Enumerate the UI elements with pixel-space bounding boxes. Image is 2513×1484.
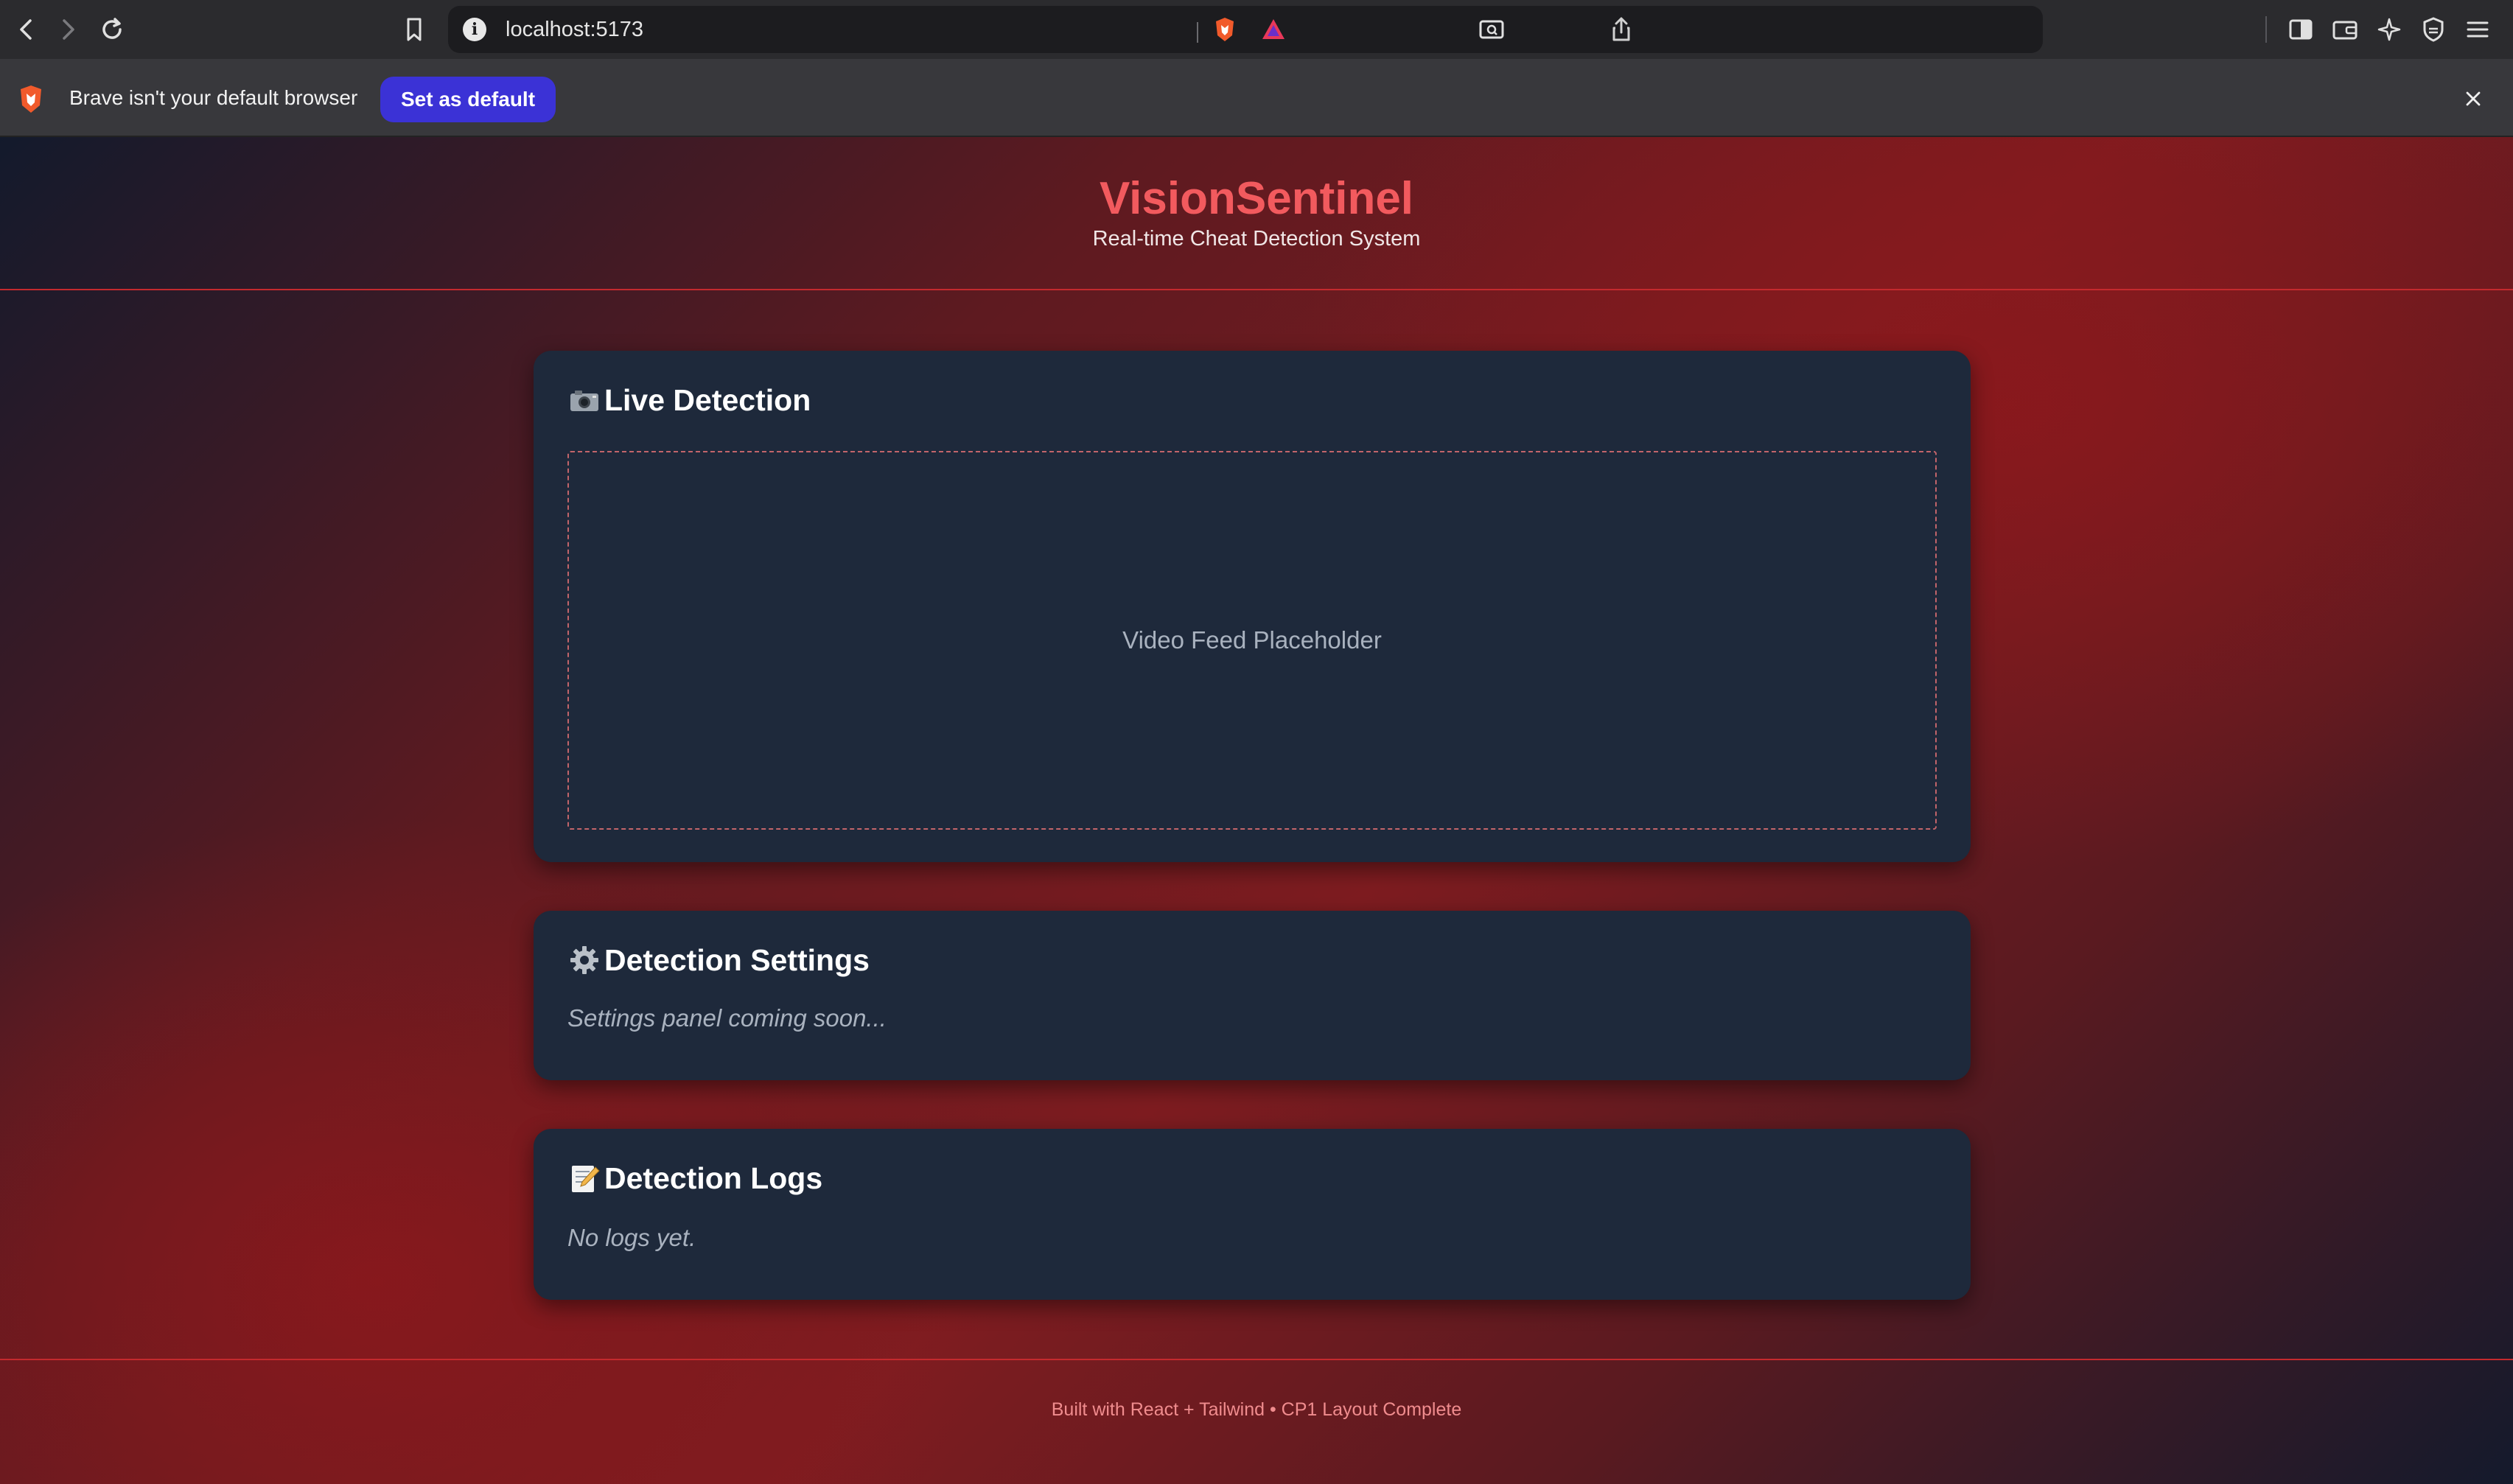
live-detection-heading: Live Detection: [567, 382, 811, 419]
app-footer: Built with React + Tailwind • CP1 Layout…: [0, 1359, 2513, 1484]
brave-logo-icon: [16, 83, 46, 116]
logs-empty-text: No logs yet.: [567, 1224, 696, 1251]
app-page: VisionSentinel Real-time Cheat Detection…: [0, 137, 2513, 1484]
live-detection-card: Live Detection Video Feed Placeholder: [534, 351, 1971, 862]
app-subtitle: Real-time Cheat Detection System: [1092, 227, 1421, 251]
memo-icon: [567, 1161, 601, 1195]
back-icon[interactable]: [10, 13, 43, 46]
detection-logs-title: Detection Logs: [604, 1161, 823, 1195]
browser-toolbar: i localhost:5173: [0, 0, 2513, 59]
site-info-icon[interactable]: i: [463, 18, 486, 41]
url-text: localhost:5173: [506, 18, 644, 41]
close-icon[interactable]: [2458, 84, 2488, 113]
footer-text: Built with React + Tailwind • CP1 Layout…: [1051, 1399, 1462, 1420]
detection-settings-heading: Detection Settings: [567, 942, 870, 979]
vpn-shield-icon[interactable]: [2417, 13, 2450, 46]
video-feed-placeholder: Video Feed Placeholder: [1122, 626, 1382, 654]
sidebar-icon[interactable]: [2285, 13, 2317, 46]
address-bar[interactable]: i localhost:5173: [448, 6, 2043, 53]
reader-mode-icon[interactable]: [1475, 13, 1508, 46]
detection-settings-card: Detection Settings Settings panel coming…: [534, 911, 1971, 1080]
settings-placeholder-text: Settings panel coming soon...: [567, 1004, 887, 1032]
menu-icon[interactable]: [2461, 13, 2494, 46]
app-header: VisionSentinel Real-time Cheat Detection…: [0, 137, 2513, 290]
detection-logs-heading: Detection Logs: [567, 1160, 822, 1197]
forward-icon[interactable]: [52, 13, 84, 46]
camera-icon: [567, 383, 601, 417]
leo-ai-icon[interactable]: [2373, 13, 2405, 46]
live-detection-title: Live Detection: [604, 383, 811, 417]
brave-shields-icon[interactable]: [1210, 15, 1240, 44]
reload-icon[interactable]: [96, 13, 128, 46]
detection-logs-card: Detection Logs No logs yet.: [534, 1129, 1971, 1300]
infobar-message: Brave isn't your default browser: [69, 86, 358, 109]
toolbar-divider: [2265, 16, 2267, 43]
default-browser-infobar: Brave isn't your default browser Set as …: [0, 59, 2513, 137]
detection-settings-title: Detection Settings: [604, 943, 870, 977]
bookmark-icon[interactable]: [398, 13, 430, 46]
brave-rewards-icon[interactable]: [1259, 15, 1288, 44]
app-title: VisionSentinel: [1099, 173, 1414, 224]
wallet-icon[interactable]: [2329, 13, 2361, 46]
share-icon[interactable]: [1607, 15, 1636, 44]
url-divider: [1197, 22, 1198, 43]
gear-icon: [567, 943, 601, 977]
video-feed: Video Feed Placeholder: [567, 451, 1937, 830]
set-default-button[interactable]: Set as default: [380, 77, 556, 122]
